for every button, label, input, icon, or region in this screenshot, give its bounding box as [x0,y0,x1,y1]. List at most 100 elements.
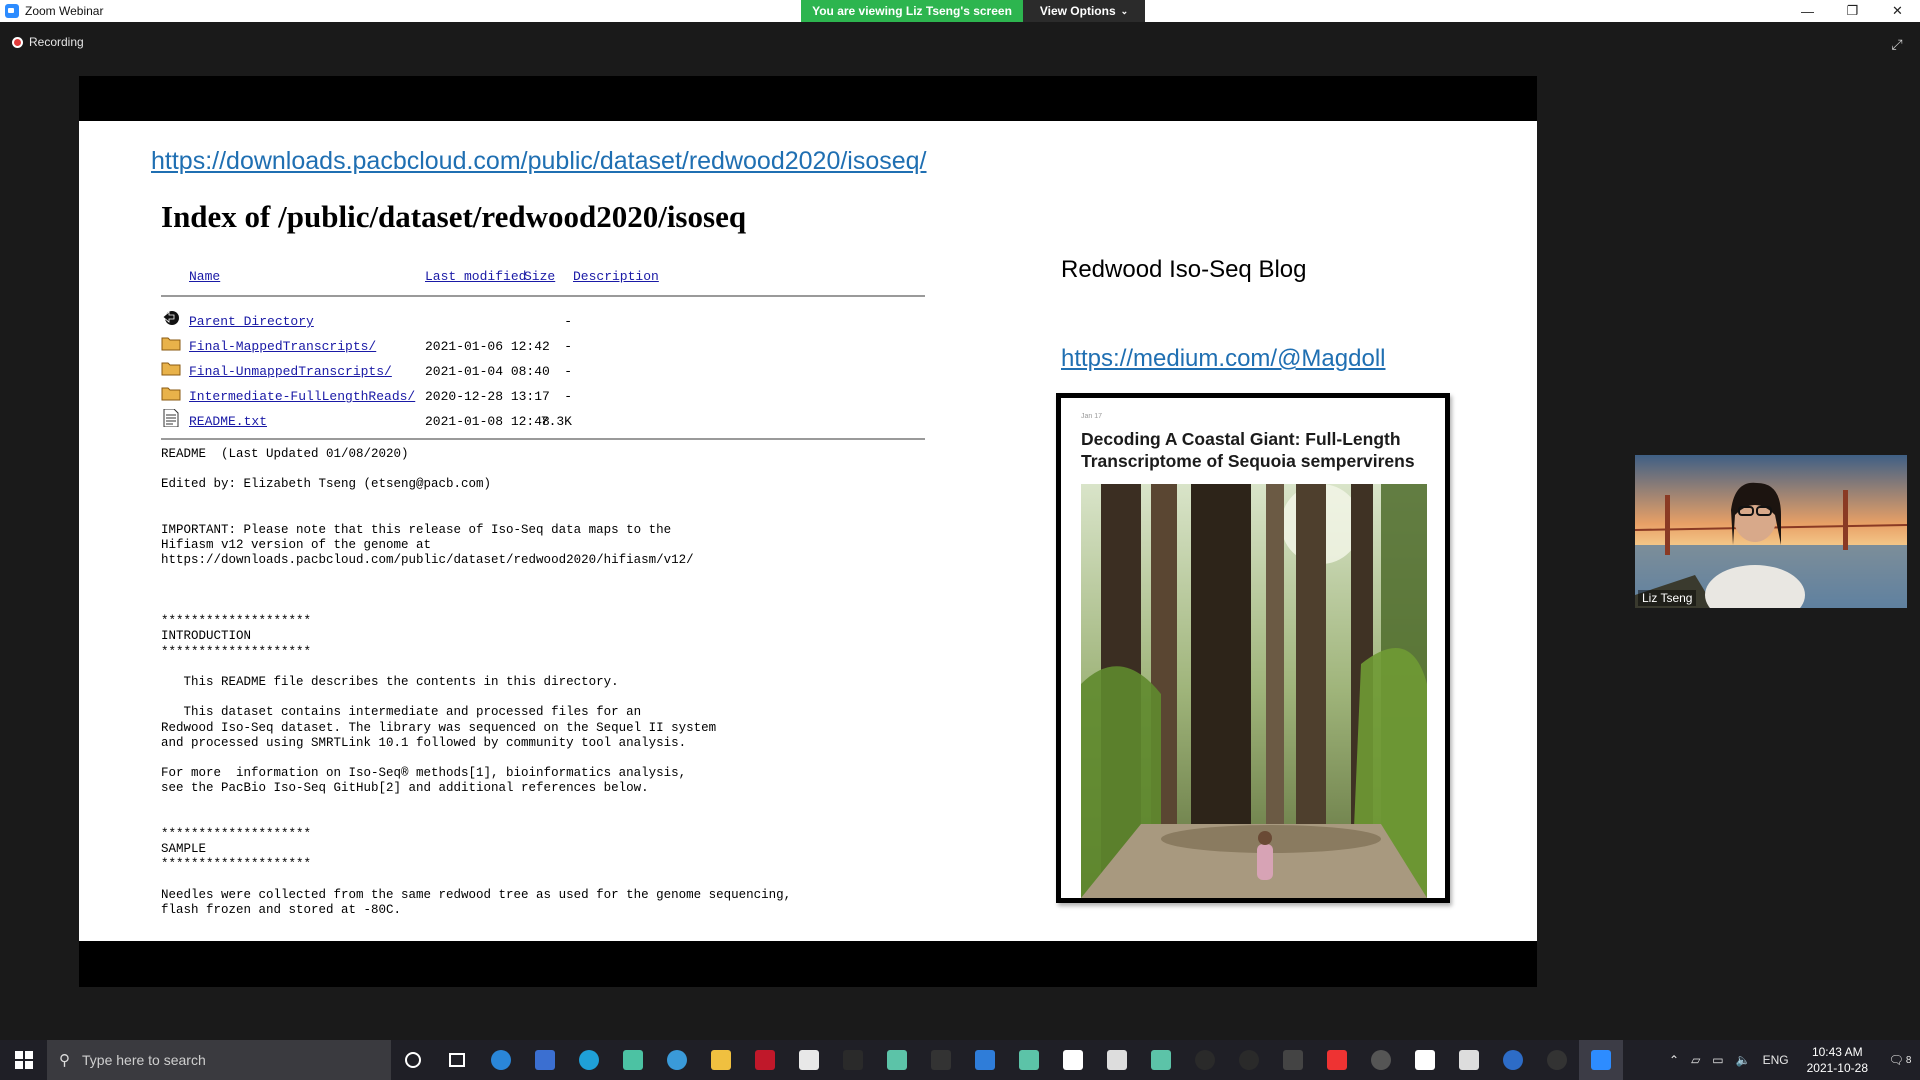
app-icon[interactable] [1007,1040,1051,1080]
app-icon[interactable] [919,1040,963,1080]
clock-time: 10:43 AM [1811,1045,1863,1059]
app-icon[interactable] [963,1040,1007,1080]
app-icon[interactable] [611,1040,655,1080]
globe-icon[interactable] [655,1040,699,1080]
file-explorer-icon[interactable] [699,1040,743,1080]
window-title: Zoom Webinar [25,4,104,18]
dataset-url-link[interactable]: https://downloads.pacbcloud.com/public/d… [151,147,927,176]
app-icon[interactable] [787,1040,831,1080]
app-icon[interactable] [1095,1040,1139,1080]
recording-indicator[interactable]: Recording [12,35,84,49]
github-icon[interactable] [1359,1040,1403,1080]
internet-explorer-icon[interactable] [479,1040,523,1080]
windows-logo-icon [14,1051,33,1069]
windows-taskbar: ⚲ Type here to search ⌃ ▱ ▭ 🔈 ENG 10:43 … [0,1040,1920,1080]
participant-video[interactable]: Liz Tseng [1635,455,1907,608]
maximize-button[interactable]: ❐ [1830,0,1875,22]
fullscreen-icon[interactable]: ⤢ [1889,36,1905,52]
start-button[interactable] [0,1040,47,1080]
system-tray: ⌃ ▱ ▭ 🔈 ENG 10:43 AM 2021-10-28 🗨 8 [1663,1040,1920,1080]
sort-by-modified-link[interactable]: Last modified [425,269,526,284]
presentation-slide: https://downloads.pacbcloud.com/public/d… [79,121,1537,941]
minimize-button[interactable]: — [1785,0,1830,22]
list-item: README.txt 2021-01-08 12:48 7.3K [161,407,925,432]
volume-icon[interactable]: 🔈 [1736,1053,1751,1067]
sort-by-name-link[interactable]: Name [189,269,220,284]
app-icon[interactable] [743,1040,787,1080]
task-view-icon[interactable] [435,1040,479,1080]
recording-icon [12,36,23,48]
chevron-up-icon[interactable]: ⌃ [1669,1053,1679,1067]
app-icon[interactable] [1139,1040,1183,1080]
row-size: - [564,339,572,354]
folder-icon [161,387,181,401]
wikipedia-icon[interactable] [1271,1040,1315,1080]
app-icon[interactable] [1227,1040,1271,1080]
notification-center-button[interactable]: 🗨 8 [1880,1040,1920,1080]
redwood-forest-photo [1081,484,1427,898]
listing-header: Name Last modified Size Description [161,269,925,293]
notification-count: 8 [1905,1054,1912,1066]
shared-screen: https://downloads.pacbcloud.com/public/d… [79,76,1537,987]
post-date: Jan 17 [1081,413,1103,420]
r-language-icon[interactable] [1491,1040,1535,1080]
cortana-icon[interactable] [391,1040,435,1080]
chevron-down-icon: ⌄ [1120,5,1129,16]
view-options-label: View Options [1039,4,1116,18]
app-icon[interactable] [1535,1040,1579,1080]
window-controls: — ❐ ✕ [1785,0,1920,22]
word-icon[interactable] [1051,1040,1095,1080]
video-feed [1635,455,1907,608]
edge-icon[interactable] [567,1040,611,1080]
sort-by-size-link[interactable]: Size [524,269,555,284]
blog-post-card: Jan 17 Decoding A Coastal Giant: Full-Le… [1056,393,1450,903]
zoom-app-icon [5,4,19,18]
index-heading: Index of /public/dataset/redwood2020/iso… [161,199,747,234]
power-icon[interactable]: ▭ [1712,1053,1723,1067]
post-title: Decoding A Coastal Giant: Full-Length Tr… [1081,429,1415,471]
app-icon[interactable] [875,1040,919,1080]
title-bar: Zoom Webinar You are viewing Liz Tseng's… [0,0,1920,22]
app-icon[interactable] [1447,1040,1491,1080]
notification-icon: 🗨 [1888,1053,1904,1067]
readme-link[interactable]: README.txt [189,414,267,429]
list-item: Parent Directory - [161,307,925,332]
view-options-button[interactable]: View Options ⌄ [1023,0,1145,22]
row-size: - [564,389,572,404]
app-icon[interactable] [1403,1040,1447,1080]
network-icon[interactable]: ▱ [1691,1053,1700,1067]
close-button[interactable]: ✕ [1875,0,1920,22]
app-icon[interactable] [1183,1040,1227,1080]
folder-link[interactable]: Final-UnmappedTranscripts/ [189,364,392,379]
text-file-icon [163,409,179,427]
folder-link[interactable]: Final-MappedTranscripts/ [189,339,376,354]
clock[interactable]: 10:43 AM 2021-10-28 [1807,1044,1868,1076]
zoom-taskbar-icon[interactable] [1579,1040,1623,1080]
list-item: Final-UnmappedTranscripts/ 2021-01-04 08… [161,357,925,382]
search-placeholder: Type here to search [82,1052,206,1068]
blog-title: Redwood Iso-Seq Blog [1061,256,1307,283]
list-item: Intermediate-FullLengthReads/ 2020-12-28… [161,382,925,407]
parent-directory-link[interactable]: Parent Directory [189,314,314,329]
row-size: - [564,364,572,379]
sort-by-description-link[interactable]: Description [573,269,659,284]
row-size: 7.3K [540,414,572,429]
language-indicator[interactable]: ENG [1763,1053,1789,1067]
taskbar-search[interactable]: ⚲ Type here to search [47,1040,391,1080]
folder-icon [161,362,181,376]
viewing-screen-banner: You are viewing Liz Tseng's screen [801,0,1023,22]
listing-divider-bottom [161,438,925,440]
zoom-webinar-window: Zoom Webinar You are viewing Liz Tseng's… [0,0,1920,1080]
readme-text: README (Last Updated 01/08/2020) Edited … [161,447,792,918]
folder-link[interactable]: Intermediate-FullLengthReads/ [189,389,415,404]
participant-name: Liz Tseng [1638,590,1697,606]
search-icon: ⚲ [59,1052,70,1069]
back-icon [162,311,179,325]
directory-listing: Name Last modified Size Description Pare… [161,269,925,440]
blog-link[interactable]: https://medium.com/@Magdoll [1061,345,1385,373]
calendar-app-icon[interactable] [523,1040,567,1080]
pdf-reader-icon[interactable] [1315,1040,1359,1080]
graduation-cap-icon[interactable] [831,1040,875,1080]
list-item: Final-MappedTranscripts/ 2021-01-06 12:4… [161,332,925,357]
row-size: - [564,314,572,329]
